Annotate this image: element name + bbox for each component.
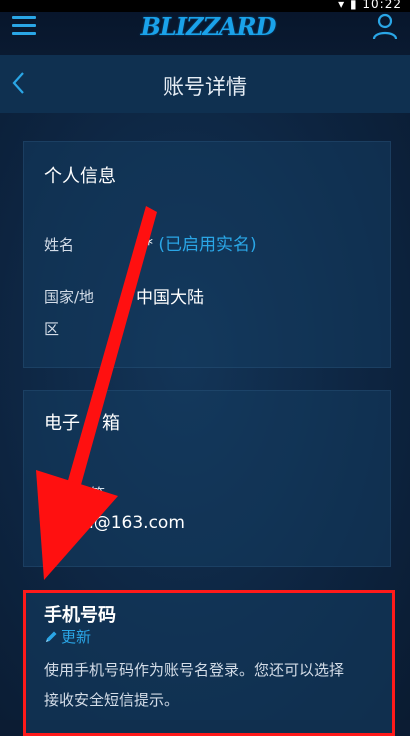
region-label-line2: 区 xyxy=(44,320,60,338)
phone-card: 手机号码 更新 使用手机号码作为账号名登录。您还可以选择 接收安全短信提示。 xyxy=(23,590,395,736)
region-value: 中国大陆 xyxy=(136,288,204,308)
email-card: 电子箱 箱 **l@163.com xyxy=(23,390,391,567)
hamburger-menu-icon[interactable] xyxy=(12,16,36,36)
main-content: 个人信息 姓名 ** (已启用实名) 国家/地 区 中国大陆 电子箱 箱 **l… xyxy=(0,113,410,736)
update-phone-button[interactable]: 更新 xyxy=(44,626,91,647)
pencil-icon xyxy=(46,631,57,642)
status-time: ▾ ▮ 10:22 xyxy=(338,0,402,11)
email-value: **l@163.com xyxy=(72,513,185,533)
name-value: ** (已启用实名) xyxy=(136,230,257,255)
phone-description-line2: 接收安全短信提示。 xyxy=(44,691,180,709)
page-header: 账号详情 xyxy=(0,55,410,113)
user-account-icon[interactable] xyxy=(372,12,398,40)
page-title: 账号详情 xyxy=(163,75,247,99)
personal-info-title: 个人信息 xyxy=(44,166,116,187)
region-label-line1: 国家/地 xyxy=(44,288,95,306)
email-label: 箱 xyxy=(90,485,106,503)
status-bar: ▾ ▮ 10:22 xyxy=(0,0,410,12)
update-label: 更新 xyxy=(61,628,92,646)
phone-title: 手机号码 xyxy=(44,605,116,626)
email-title: 电子箱 xyxy=(44,413,120,434)
name-label: 姓名 xyxy=(44,236,75,254)
personal-info-card: 个人信息 姓名 ** (已启用实名) 国家/地 区 中国大陆 xyxy=(23,141,391,368)
logo-text: BLIZZARD xyxy=(140,11,277,41)
phone-description-line1: 使用手机号码作为账号名登录。您还可以选择 xyxy=(44,661,345,679)
real-name-status[interactable]: (已启用实名) xyxy=(158,235,256,255)
masked-name: ** xyxy=(136,235,153,255)
blizzard-logo[interactable]: BLIZZARD xyxy=(141,11,277,41)
phone-description: 使用手机号码作为账号名登录。您还可以选择 接收安全短信提示。 xyxy=(44,655,374,715)
